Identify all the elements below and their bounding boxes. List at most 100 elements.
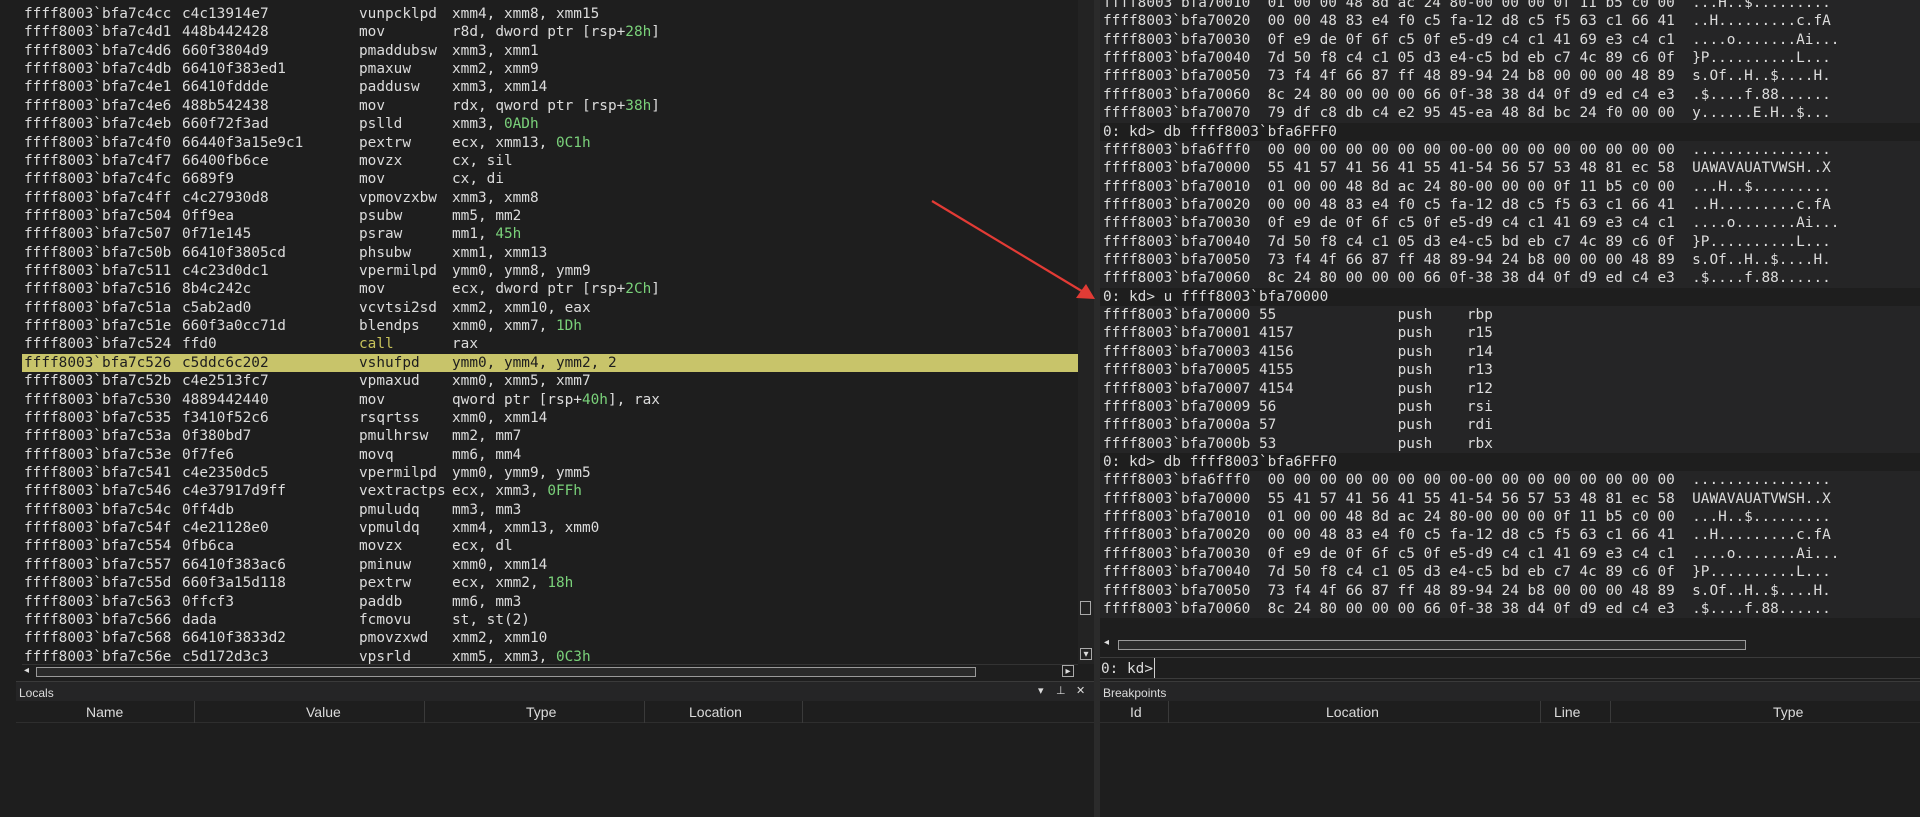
instruction-row[interactable]: ffff8003`bfa7c566 dada fcmovu st, st(2) bbox=[22, 611, 1078, 629]
instruction-address: ffff8003`bfa7c51e bbox=[24, 318, 172, 335]
instruction-address: ffff8003`bfa7c4f7 bbox=[24, 152, 172, 169]
instruction-row[interactable]: ffff8003`bfa7c541 c4e2350dc5 vpermilpd ymm0… bbox=[22, 464, 1078, 482]
instruction-row[interactable]: ffff8003`bfa7c54c 0ff4db pmuludq mm3, mm3 bbox=[22, 501, 1078, 519]
instruction-row[interactable]: ffff8003`bfa7c55d 660f3a15d118 pextrw ecx, … bbox=[22, 574, 1078, 592]
scroll-left-icon[interactable]: ◂ bbox=[1104, 637, 1109, 649]
pin-icon[interactable]: ⊥ bbox=[1056, 684, 1066, 697]
instruction-row[interactable]: ffff8003`bfa7c504 0ff9ea psubw mm5, mm2 bbox=[22, 207, 1078, 225]
instruction-address: ffff8003`bfa7c530 bbox=[24, 391, 172, 408]
column-id[interactable]: Id bbox=[1130, 704, 1142, 720]
column-line[interactable]: Line bbox=[1554, 704, 1580, 720]
command-input[interactable] bbox=[1154, 658, 1914, 678]
command-horizontal-scrollbar[interactable]: ◂ bbox=[1100, 637, 1920, 651]
operand-text: ymm0, ymm9, ymm5 bbox=[452, 464, 591, 481]
instruction-operands: ecx, xmm3, 0FFh bbox=[452, 482, 582, 500]
instruction-operands: mm2, mm7 bbox=[452, 427, 521, 445]
instruction-row[interactable]: ffff8003`bfa7c4f7 66400fb6ce movzx cx, sil bbox=[22, 152, 1078, 170]
close-icon[interactable]: ✕ bbox=[1076, 684, 1085, 697]
instruction-row[interactable]: ffff8003`bfa7c554 0fb6ca movzx ecx, dl bbox=[22, 537, 1078, 555]
instruction-row[interactable]: ffff8003`bfa7c4db 66410f383ed1 pmaxuw xmm2,… bbox=[22, 60, 1078, 78]
instruction-bytes: 66410f3833d2 bbox=[182, 630, 286, 647]
instruction-bytes: c5d172d3c3 bbox=[182, 648, 269, 664]
instruction-operands: ymm0, ymm4, ymm2, 2 bbox=[452, 354, 617, 372]
instruction-row[interactable]: ffff8003`bfa7c535 f3410f52c6 rsqrtss xmm0, … bbox=[22, 409, 1078, 427]
operand-text: xmm3, bbox=[452, 116, 504, 133]
instruction-row[interactable]: ffff8003`bfa7c54f c4e21128e0 vpmuldq xmm4, … bbox=[22, 519, 1078, 537]
scroll-right-icon[interactable]: ▸ bbox=[1062, 665, 1074, 677]
instruction-address: ffff8003`bfa7c4f0 bbox=[24, 134, 172, 151]
instruction-row[interactable]: ffff8003`bfa7c4eb 660f72f3ad pslld xmm3, 0A… bbox=[22, 115, 1078, 133]
immediate-value: 0FFh bbox=[547, 483, 582, 500]
instruction-row[interactable]: ffff8003`bfa7c51e 660f3a0cc71d blendps xmm0… bbox=[22, 317, 1078, 335]
chevron-down-icon[interactable]: ▾ bbox=[1038, 684, 1044, 697]
scroll-thumb[interactable] bbox=[1118, 640, 1746, 650]
instruction-row[interactable]: ffff8003`bfa7c530 4889442440 mov qword ptr … bbox=[22, 391, 1078, 409]
disassembly-horizontal-scrollbar[interactable]: ◂ ▸ bbox=[22, 664, 1078, 678]
command-output-line: ffff8003`bfa70010 01 00 00 48 8d ac 24 8… bbox=[1100, 0, 1920, 13]
command-output-line: ffff8003`bfa70000 55 push rbp bbox=[1100, 306, 1920, 325]
instruction-row[interactable]: ffff8003`bfa7c53e 0f7fe6 movq mm6, mm4 bbox=[22, 446, 1078, 464]
instruction-operands: xmm2, xmm10 bbox=[452, 629, 547, 647]
instruction-row[interactable]: ffff8003`bfa7c4fc 6689f9 mov cx, di bbox=[22, 170, 1078, 188]
column-location[interactable]: Location bbox=[689, 704, 742, 720]
operand-text: mm1, bbox=[452, 226, 496, 243]
scroll-left-icon[interactable]: ◂ bbox=[24, 665, 29, 677]
column-value[interactable]: Value bbox=[306, 704, 341, 720]
instruction-mnemonic: vextractps bbox=[359, 483, 446, 500]
instruction-row[interactable]: ffff8003`bfa7c557 66410f383ac6 pminuw xmm0,… bbox=[22, 556, 1078, 574]
instruction-row[interactable]: ffff8003`bfa7c4d1 448b442428 mov r8d, dword… bbox=[22, 23, 1078, 41]
column-location[interactable]: Location bbox=[1326, 704, 1379, 720]
operand-text: xmm3, xmm8 bbox=[452, 189, 539, 206]
command-output-line: ffff8003`bfa70020 00 00 48 83 e4 f0 c5 f… bbox=[1100, 195, 1920, 215]
instruction-row[interactable]: ffff8003`bfa7c4e1 66410fddde paddusw xmm3, … bbox=[22, 78, 1078, 96]
instruction-bytes: 0ff4db bbox=[182, 501, 234, 518]
instruction-row[interactable]: ffff8003`bfa7c524 ffd0 call rax bbox=[22, 335, 1078, 353]
column-type[interactable]: Type bbox=[1773, 704, 1803, 720]
instruction-row[interactable]: ffff8003`bfa7c4f0 66440f3a15e9c1 pextrw ecx… bbox=[22, 134, 1078, 152]
operand-text: st, st(2) bbox=[452, 611, 530, 628]
operand-text: ecx, dword ptr [rsp+ bbox=[452, 281, 626, 298]
command-output-pane: ffff8003`bfa70010 01 00 00 48 8d ac 24 8… bbox=[1100, 0, 1920, 633]
disassembly-vertical-scrollbar[interactable]: ▾ bbox=[1078, 0, 1094, 664]
instruction-row[interactable]: ffff8003`bfa7c511 c4c23d0dc1 vpermilpd ymm0… bbox=[22, 262, 1078, 280]
column-name[interactable]: Name bbox=[86, 704, 123, 720]
instruction-row[interactable]: ffff8003`bfa7c56e c5d172d3c3 vpsrld xmm5, x… bbox=[22, 648, 1078, 664]
instruction-operands: mm6, mm3 bbox=[452, 593, 521, 611]
instruction-row[interactable]: ffff8003`bfa7c52b c4e2513fc7 vpmaxud xmm0, … bbox=[22, 372, 1078, 390]
instruction-operands: xmm0, xmm14 bbox=[452, 409, 547, 427]
instruction-row[interactable]: ffff8003`bfa7c4e6 488b542438 mov rdx, qword… bbox=[22, 97, 1078, 115]
instruction-row[interactable]: ffff8003`bfa7c51a c5ab2ad0 vcvtsi2sd xmm2, … bbox=[22, 299, 1078, 317]
command-output-line: ffff8003`bfa70060 8c 24 80 00 00 00 66 0… bbox=[1100, 85, 1920, 105]
instruction-mnemonic: mov bbox=[359, 391, 385, 408]
instruction-address: ffff8003`bfa7c4d1 bbox=[24, 24, 172, 41]
instruction-mnemonic: paddusw bbox=[359, 79, 420, 96]
operand-text: xmm1, xmm13 bbox=[452, 244, 548, 261]
instruction-row[interactable]: ffff8003`bfa7c4d6 660f3804d9 pmaddubsw xmm3… bbox=[22, 42, 1078, 60]
operand-text: ecx, xmm2, bbox=[452, 575, 548, 592]
instruction-mnemonic: pminuw bbox=[359, 556, 411, 573]
column-type[interactable]: Type bbox=[526, 704, 556, 720]
breakpoints-panel: Breakpoints Id Location Line Type bbox=[1100, 681, 1920, 817]
instruction-row[interactable]: ffff8003`bfa7c507 0f71e145 psraw mm1, 45h bbox=[22, 225, 1078, 243]
current-instruction-row[interactable]: ffff8003`bfa7c526 c5ddc6c202 vshufpd ymm0, … bbox=[22, 353, 1078, 373]
instruction-address: ffff8003`bfa7c54c bbox=[24, 501, 172, 518]
scroll-thumb[interactable] bbox=[36, 667, 976, 677]
instruction-row[interactable]: ffff8003`bfa7c4cc c4c13914e7 vunpcklpd xmm4… bbox=[22, 5, 1078, 23]
operand-text: mm6, mm3 bbox=[452, 593, 522, 610]
command-output-line: ffff8003`bfa70050 73 f4 4f 66 87 ff 48 8… bbox=[1100, 251, 1920, 270]
instruction-row[interactable]: ffff8003`bfa7c4ff c4c27930d8 vpmovzxbw xmm3… bbox=[22, 189, 1078, 207]
instruction-mnemonic: vpmovzxbw bbox=[359, 189, 437, 206]
instruction-bytes: c4e2513fc7 bbox=[182, 373, 269, 390]
instruction-row[interactable]: ffff8003`bfa7c568 66410f3833d2 pmovzxwd xmm… bbox=[22, 629, 1078, 647]
instruction-bytes: 0fb6ca bbox=[182, 538, 234, 555]
scroll-thumb[interactable] bbox=[1080, 601, 1091, 615]
instruction-row[interactable]: ffff8003`bfa7c563 0ffcf3 paddb mm6, mm3 bbox=[22, 593, 1078, 611]
scroll-down-button[interactable]: ▾ bbox=[1080, 648, 1092, 660]
instruction-bytes: 66410f3805cd bbox=[182, 244, 286, 261]
instruction-row[interactable]: ffff8003`bfa7c53a 0f380bd7 pmulhrsw mm2, mm… bbox=[22, 427, 1078, 445]
instruction-row[interactable]: ffff8003`bfa7c50b 66410f3805cd phsubw xmm1,… bbox=[22, 244, 1078, 262]
instruction-row[interactable]: ffff8003`bfa7c546 c4e37917d9ff vextractps e… bbox=[22, 482, 1078, 500]
operand-text: ecx, xmm13, bbox=[452, 134, 556, 151]
instruction-row[interactable]: ffff8003`bfa7c516 8b4c242c mov ecx, dword p… bbox=[22, 280, 1078, 298]
instruction-operands: xmm0, xmm14 bbox=[452, 556, 547, 574]
